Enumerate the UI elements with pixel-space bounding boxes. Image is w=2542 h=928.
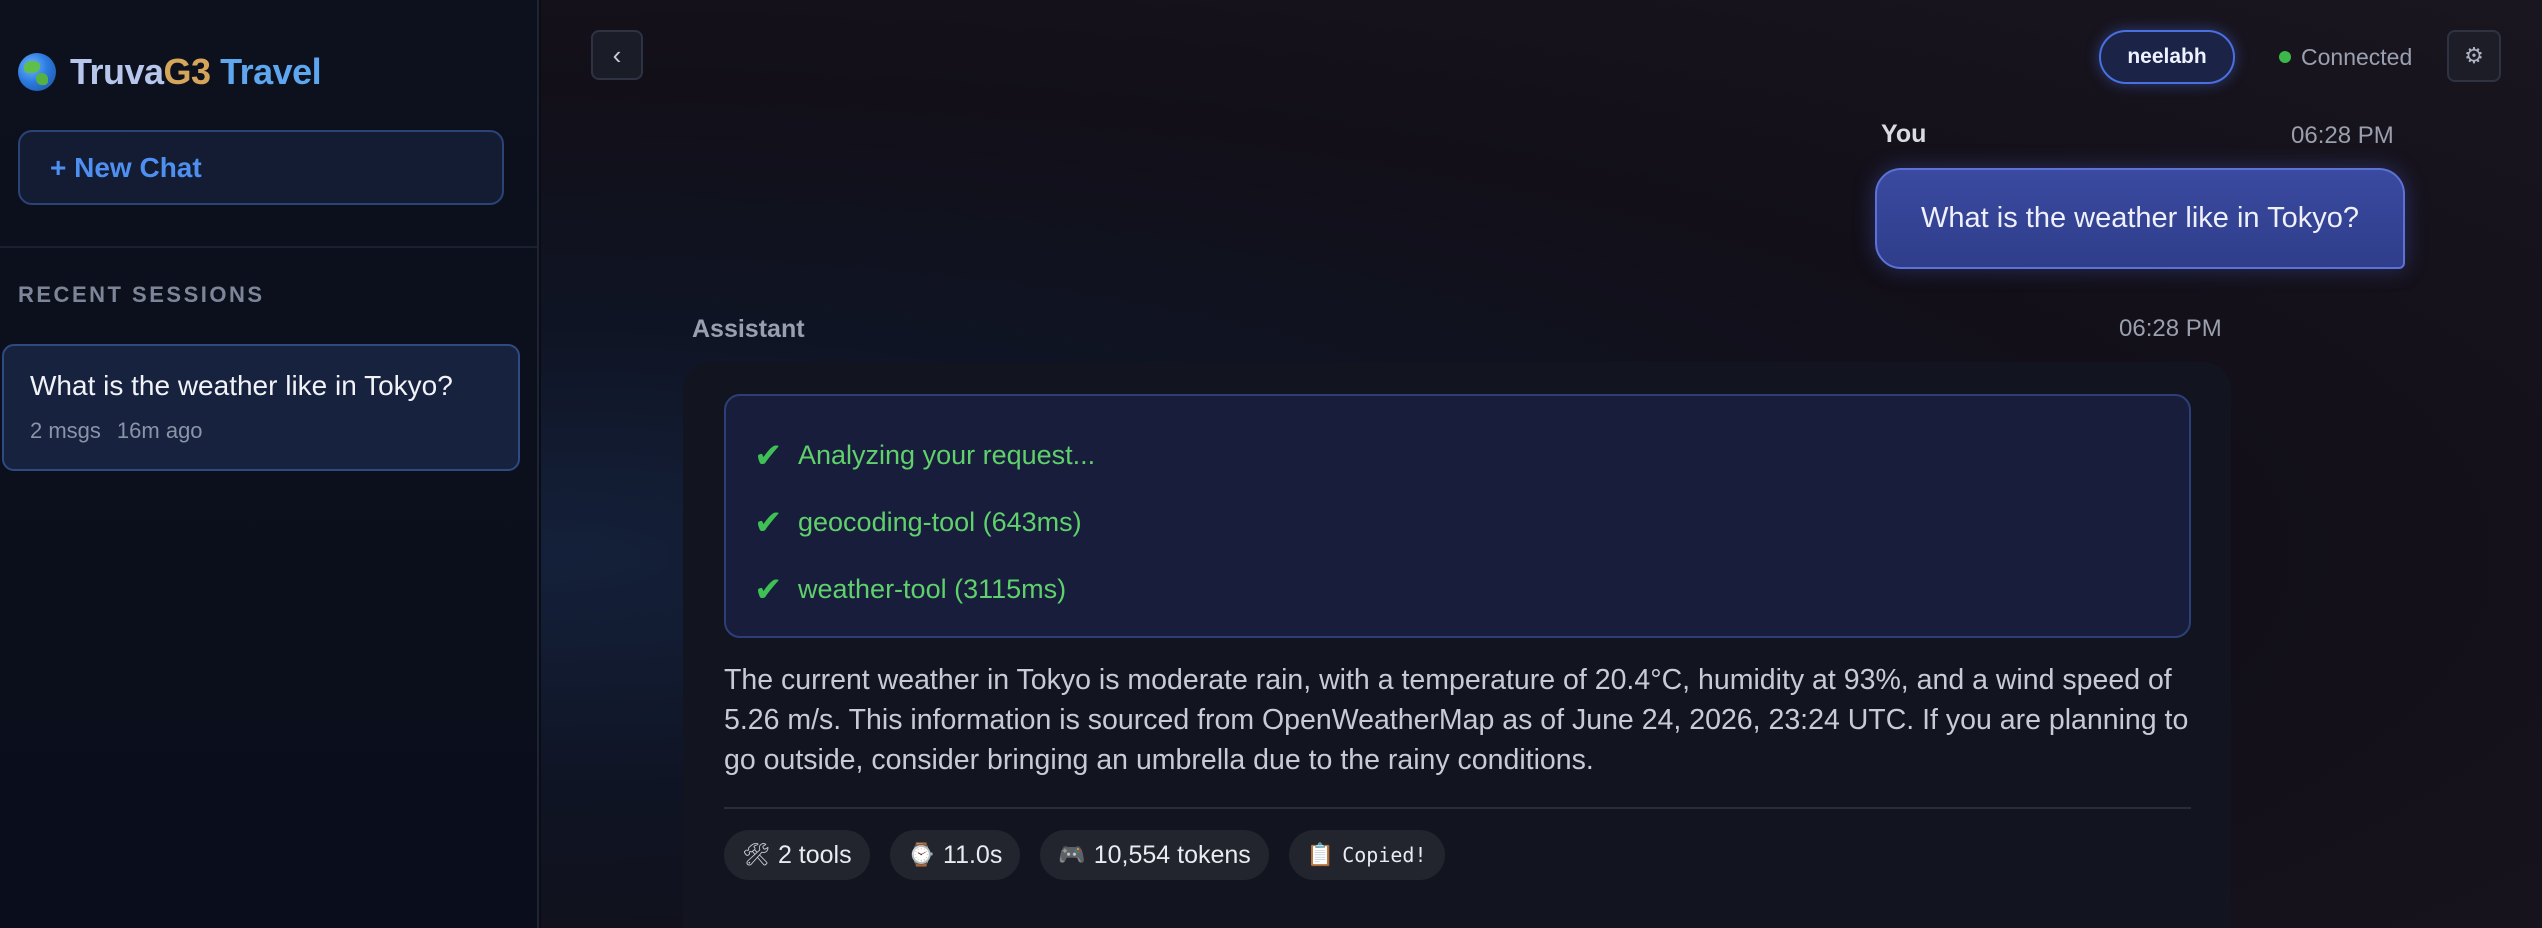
duration-label: 11.0s <box>943 840 1003 869</box>
globe-icon <box>18 53 56 91</box>
user-message-bubble: What is the weather like in Tokyo? <box>1875 168 2405 269</box>
assistant-message-label: Assistant <box>692 315 805 343</box>
collapse-sidebar-button[interactable]: ‹ <box>591 30 643 80</box>
tokens-icon: 🎮 <box>1058 842 1086 867</box>
assistant-message-time: 06:28 PM <box>2119 315 2222 342</box>
connection-status: Connected <box>2279 40 2412 74</box>
copy-label: Copied! <box>1342 843 1427 867</box>
settings-button[interactable]: ⚙ <box>2447 30 2501 82</box>
copy-button[interactable]: 📋 Copied! <box>1288 830 1445 880</box>
tokens-chip: 🎮 10,554 tokens <box>1040 830 1269 880</box>
status-dot-icon <box>2279 51 2291 63</box>
sidebar: TruvaG3 Travel + New Chat RECENT SESSION… <box>0 0 539 928</box>
tools-count-chip: 🛠 2 tools <box>724 830 870 880</box>
user-message-time: 06:28 PM <box>2291 122 2394 149</box>
session-meta: 2 msgs 16m ago <box>30 418 518 444</box>
new-chat-button[interactable]: + New Chat <box>18 130 504 205</box>
tokens-label: 10,554 tokens <box>1093 840 1251 869</box>
check-icon: ✔ <box>754 436 783 475</box>
stopwatch-icon: ⌚ <box>907 842 936 867</box>
chevron-left-icon: ‹ <box>612 39 622 70</box>
clipboard-icon: 📋 <box>1306 842 1335 868</box>
sidebar-divider <box>0 246 537 248</box>
duration-chip: ⌚ 11.0s <box>889 830 1021 880</box>
chat-main: ‹ neelabh Connected ⚙ You 06:28 PM What … <box>541 0 2542 928</box>
session-item[interactable]: What is the weather like in Tokyo? 2 msg… <box>2 344 520 471</box>
tool-step: ✔ geocoding-tool (643ms) <box>726 489 2189 556</box>
answer-divider <box>724 807 2191 809</box>
tools-count-label: 2 tools <box>777 840 852 869</box>
session-age: 16m ago <box>116 418 203 443</box>
session-msg-count: 2 msgs <box>30 418 101 443</box>
brand-name: TruvaG3 Travel <box>70 51 322 92</box>
tool-step-label: geocoding-tool (643ms) <box>798 507 1082 537</box>
check-icon: ✔ <box>754 503 783 542</box>
tool-step-label: Analyzing your request... <box>798 440 1096 470</box>
user-badge[interactable]: neelabh <box>2099 30 2235 84</box>
tools-icon: 🛠 <box>742 842 770 867</box>
tool-step: ✔ weather-tool (3115ms) <box>726 556 2189 623</box>
message-stats: 🛠 2 tools ⌚ 11.0s 🎮 10,554 tokens 📋 Copi… <box>724 830 1445 880</box>
status-text: Connected <box>2301 43 2413 70</box>
check-icon: ✔ <box>754 570 783 609</box>
brand-logo[interactable]: TruvaG3 Travel <box>18 48 322 96</box>
user-message-label: You <box>1881 120 1927 148</box>
recent-sessions-heading: RECENT SESSIONS <box>18 282 265 307</box>
gear-icon: ⚙ <box>2464 43 2484 68</box>
assistant-answer-text: The current weather in Tokyo is moderate… <box>724 664 2189 776</box>
session-title: What is the weather like in Tokyo? <box>30 370 453 401</box>
tool-step-label: weather-tool (3115ms) <box>798 574 1067 604</box>
tool-step: ✔ Analyzing your request... <box>726 422 2189 489</box>
tool-steps-panel: ✔ Analyzing your request... ✔ geocoding-… <box>724 394 2191 638</box>
